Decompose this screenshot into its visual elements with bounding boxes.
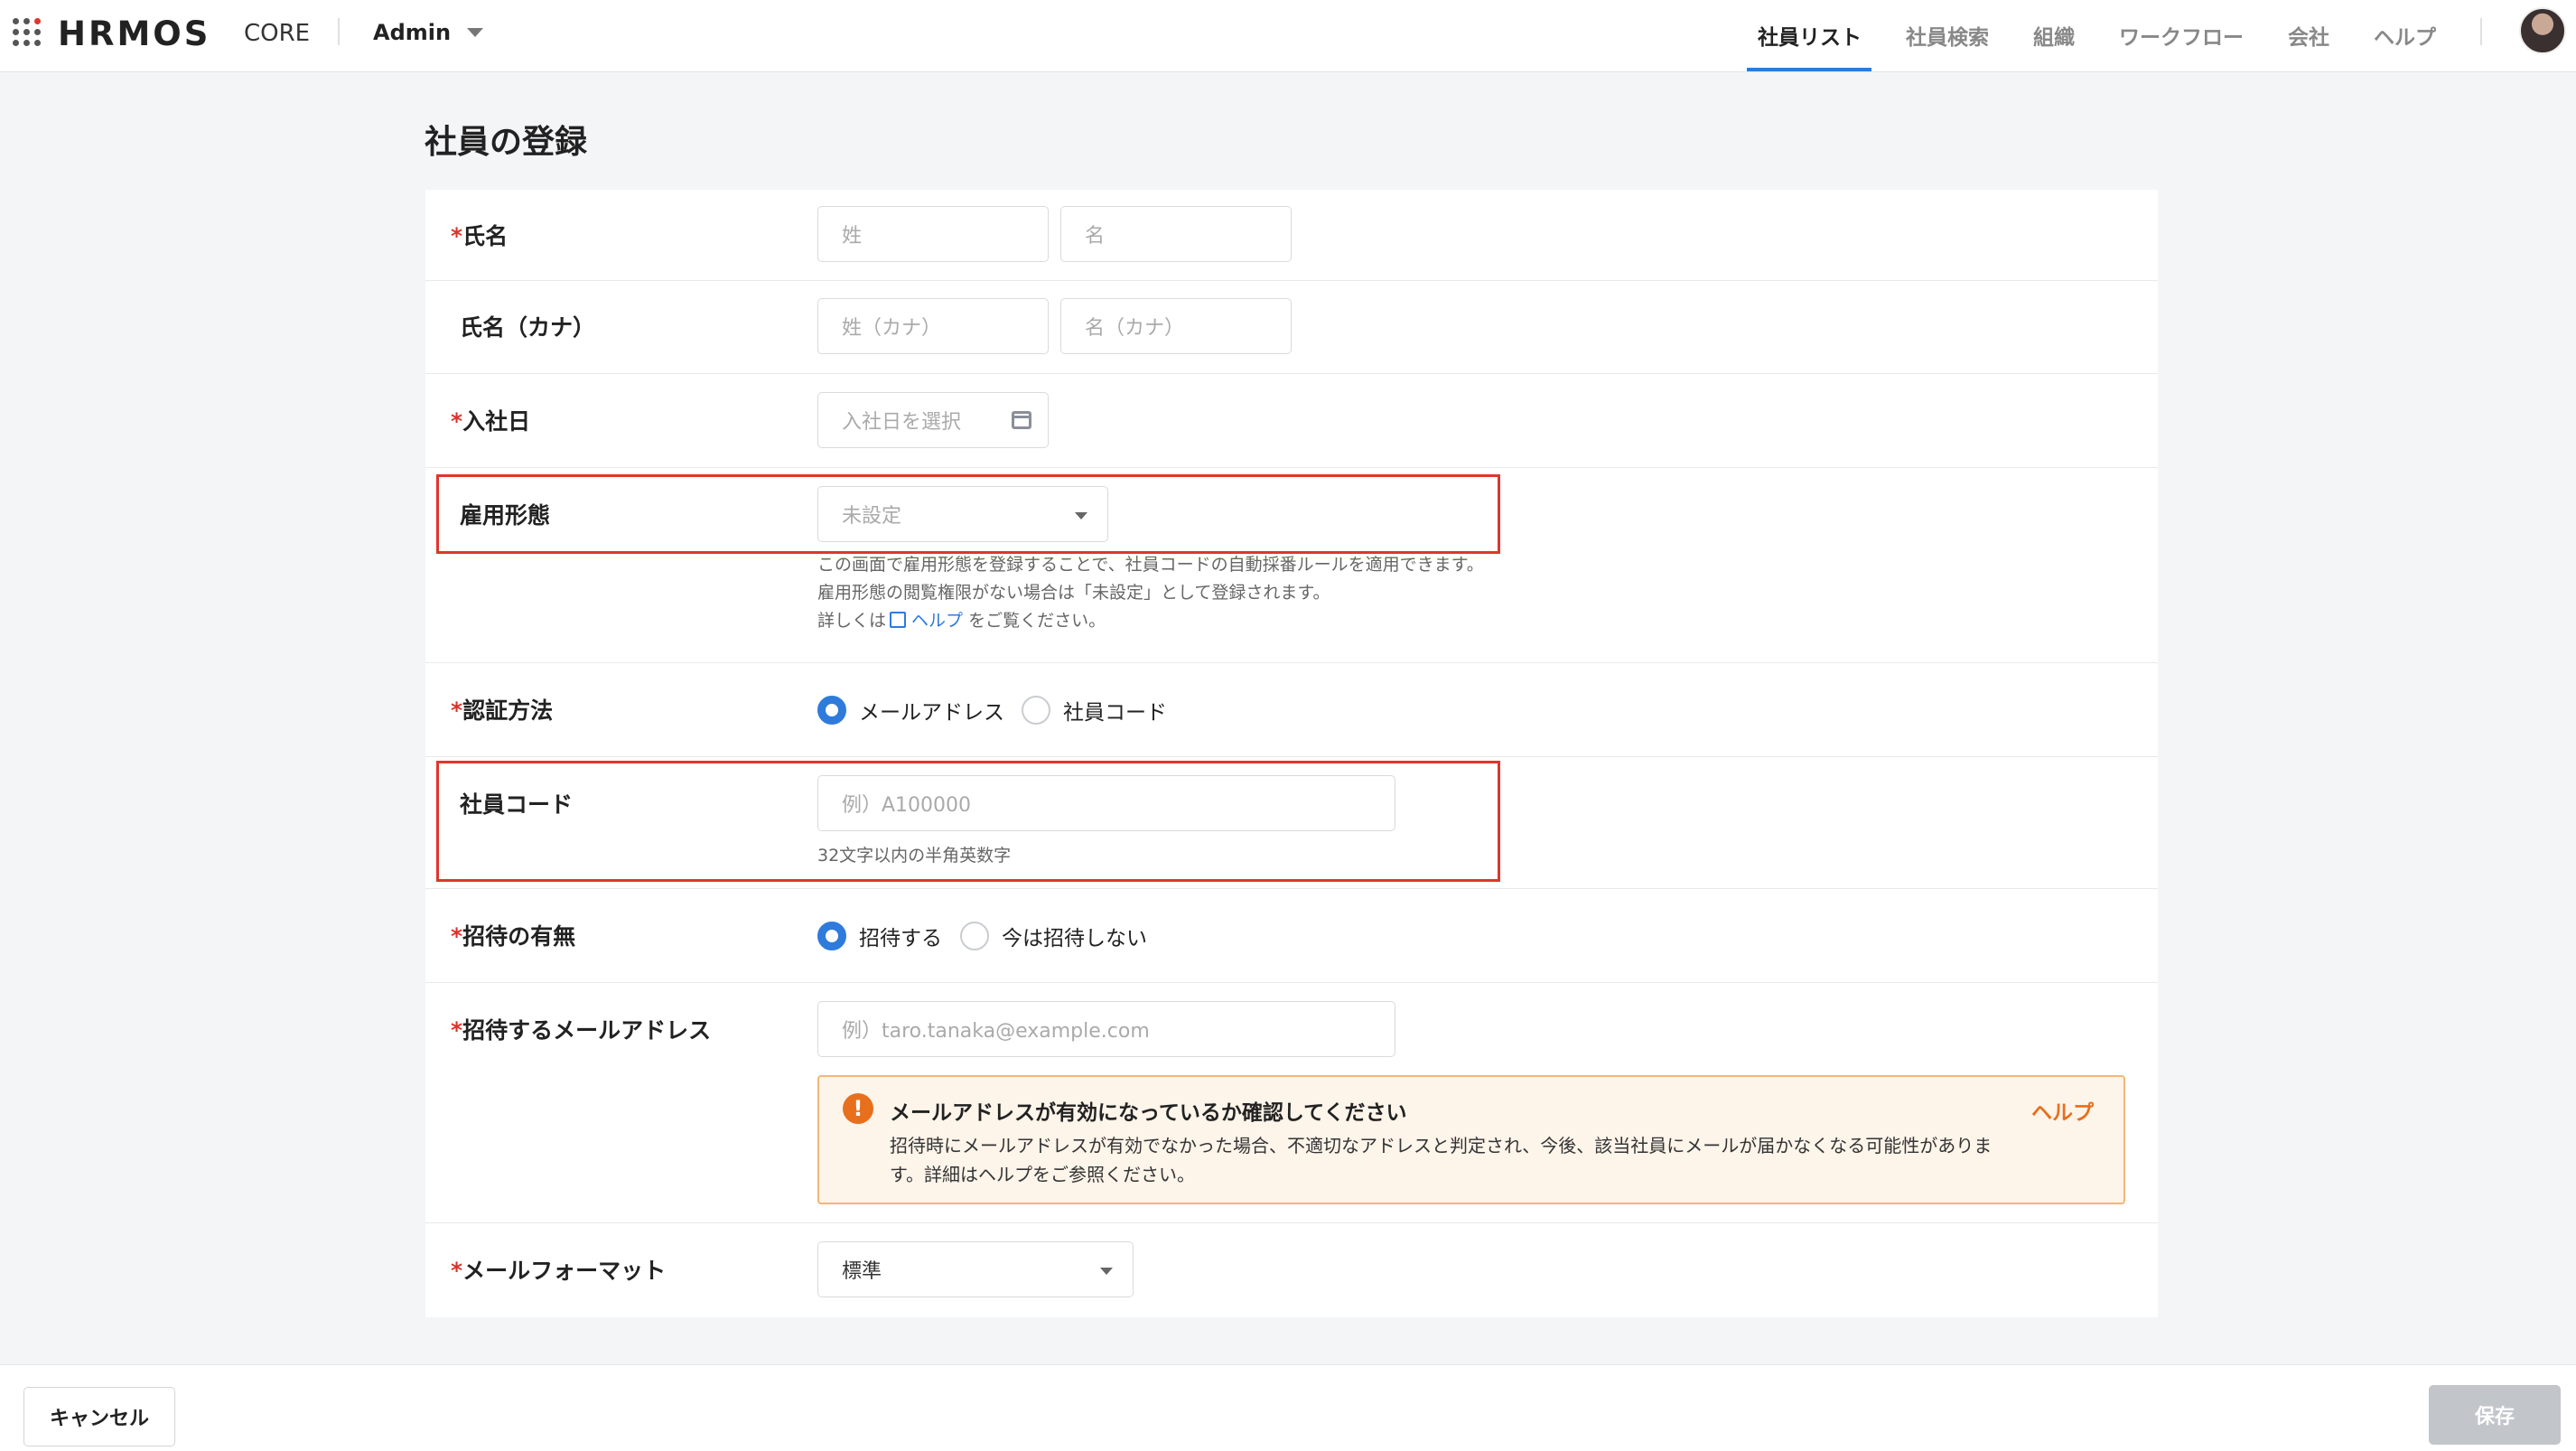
hrmos-logo[interactable]: HRMOS — [58, 14, 210, 53]
radio-unselected-icon — [1022, 696, 1050, 725]
chevron-down-icon — [1100, 1268, 1113, 1275]
alert-title: メールアドレスが有効になっているか確認してください — [890, 1101, 1407, 1125]
form-row-mail-format: *メールフォーマット 標準 — [425, 1223, 2158, 1317]
mail-format-select[interactable]: 標準 — [817, 1241, 1134, 1297]
divider — [338, 18, 340, 45]
employment-type-hint-2: 雇用形態の閲覧権限がない場合は「未設定」として登録されます。 — [817, 583, 1330, 603]
warning-icon: ! — [843, 1093, 873, 1124]
last-name-kana-input[interactable]: 姓（カナ） — [817, 298, 1049, 354]
save-button[interactable]: 保存 — [2429, 1385, 2561, 1445]
employment-type-hint-1: この画面で雇用形態を登録することで、社員コードの自動採番ルールを適用できます。 — [817, 555, 1484, 575]
form-row-name: *氏名 姓 名 — [425, 190, 2158, 281]
nav-employee-list[interactable]: 社員リスト — [1758, 20, 1862, 51]
invite-email-input[interactable]: 例）taro.tanaka@example.com — [817, 1001, 1395, 1057]
alert-body: 招待時にメールアドレスが有効でなかった場合、不適切なアドレスと判定され、今後、該… — [890, 1135, 1993, 1185]
nav-help[interactable]: ヘルプ — [2374, 20, 2436, 51]
calendar-icon — [1012, 411, 1031, 429]
divider — [2480, 18, 2482, 45]
workspace-switcher[interactable]: Admin — [373, 20, 484, 45]
form-action-bar: キャンセル 保存 — [0, 1364, 2576, 1451]
top-navigation-bar: HRMOS CORE Admin 社員リスト 社員検索 組織 ワークフロー 会社… — [0, 0, 2576, 72]
form-row-invite-email: *招待するメールアドレス 例）taro.tanaka@example.com !… — [425, 983, 2158, 1223]
email-warning-alert: ! メールアドレスが有効になっているか確認してください 招待時にメールアドレスが… — [817, 1075, 2125, 1204]
auth-method-email-radio[interactable]: メールアドレス — [817, 695, 1004, 726]
employment-type-hint-3: 詳しくは ヘルプ をご覧ください。 — [817, 611, 1106, 631]
invite-yes-radio[interactable]: 招待する — [817, 921, 942, 951]
help-link[interactable]: ヘルプ — [911, 611, 963, 631]
radio-selected-icon — [817, 922, 846, 950]
first-name-kana-input[interactable]: 名（カナ） — [1060, 298, 1292, 354]
cancel-button[interactable]: キャンセル — [23, 1387, 175, 1446]
nav-company[interactable]: 会社 — [2288, 20, 2329, 51]
form-row-invite: *招待の有無 招待する 今は招待しない — [425, 889, 2158, 983]
field-label-name: *氏名 — [451, 223, 509, 249]
chevron-down-icon — [467, 28, 484, 37]
radio-unselected-icon — [960, 922, 989, 950]
product-name: CORE — [244, 20, 311, 47]
last-name-input[interactable]: 姓 — [817, 206, 1049, 262]
field-label-auth-method: *認証方法 — [451, 697, 554, 724]
join-date-picker[interactable]: 入社日を選択 — [817, 392, 1049, 448]
nav-workflow[interactable]: ワークフロー — [2119, 20, 2244, 51]
field-label-invite-email: *招待するメールアドレス — [451, 1017, 712, 1044]
highlight-box-employee-code — [436, 761, 1500, 882]
active-tab-indicator — [1747, 68, 1871, 71]
field-label-join-date: *入社日 — [451, 408, 531, 435]
employee-registration-form: *氏名 姓 名 氏名（カナ） 姓（カナ） 名（カナ） *入社日 入社日を選択 雇… — [425, 190, 2158, 1317]
nav-organization[interactable]: 組織 — [2033, 20, 2075, 51]
user-avatar[interactable] — [2519, 7, 2566, 54]
highlight-box-employment-type — [436, 474, 1500, 554]
auth-method-code-radio[interactable]: 社員コード — [1022, 695, 1167, 726]
form-row-kana: 氏名（カナ） 姓（カナ） 名（カナ） — [425, 281, 2158, 374]
radio-selected-icon — [817, 696, 846, 725]
first-name-input[interactable]: 名 — [1060, 206, 1292, 262]
page-title: 社員の登録 — [425, 124, 588, 161]
external-link-icon — [890, 612, 907, 628]
form-row-auth-method: *認証方法 メールアドレス 社員コード — [425, 663, 2158, 757]
app-grid-icon[interactable] — [13, 18, 43, 49]
invite-no-radio[interactable]: 今は招待しない — [960, 921, 1147, 951]
alert-help-link[interactable]: ヘルプ — [2031, 1095, 2094, 1126]
workspace-label: Admin — [373, 20, 452, 45]
form-row-join-date: *入社日 入社日を選択 — [425, 374, 2158, 468]
nav-employee-search[interactable]: 社員検索 — [1906, 20, 1989, 51]
mail-format-value: 標準 — [842, 1260, 882, 1283]
field-label-mail-format: *メールフォーマット — [451, 1258, 667, 1284]
field-label-kana: 氏名（カナ） — [460, 314, 596, 341]
join-date-placeholder: 入社日を選択 — [842, 411, 962, 434]
field-label-invite: *招待の有無 — [451, 923, 576, 950]
